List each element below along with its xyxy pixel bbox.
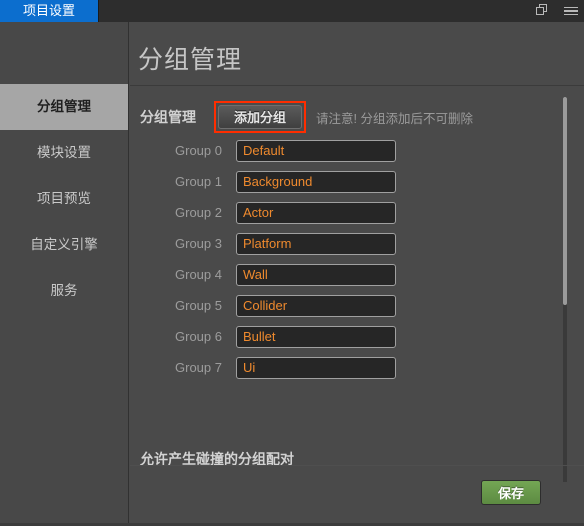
page-header: 分组管理 [130, 22, 584, 86]
group-list: Group 0 Group 1 Group 2 Group 3 Group 4 Group… [130, 135, 584, 383]
restore-window-icon[interactable] [536, 4, 550, 18]
page-title: 分组管理 [138, 47, 243, 74]
group-name-input[interactable] [236, 294, 396, 317]
vertical-scrollbar[interactable] [563, 97, 567, 482]
group-index-label: Group 6 [175, 329, 222, 344]
sidebar-item-label: 项目预览 [37, 191, 91, 206]
sidebar-item-custom-engine[interactable]: 自定义引擎 [0, 222, 128, 268]
add-group-button[interactable]: 添加分组 [218, 105, 302, 129]
group-row: Group 4 [130, 259, 584, 290]
group-row: Group 7 [130, 352, 584, 383]
group-row: Group 5 [130, 290, 584, 321]
sidebar-item-service[interactable]: 服务 [0, 268, 128, 314]
sidebar-item-label: 分组管理 [37, 99, 91, 114]
sidebar: 分组管理 模块设置 项目预览 自定义引擎 服务 [0, 22, 129, 526]
group-row: Group 0 [130, 135, 584, 166]
group-index-label: Group 2 [175, 205, 222, 220]
group-name-input[interactable] [236, 356, 396, 379]
sidebar-item-label: 服务 [50, 283, 78, 298]
warning-note: 请注意! 分组添加后不可删除 [316, 111, 473, 126]
group-index-label: Group 7 [175, 360, 222, 375]
section-label: 分组管理 [140, 109, 196, 125]
tab-project-settings[interactable]: 项目设置 [0, 0, 99, 22]
window-controls [536, 0, 578, 22]
save-button[interactable]: 保存 [481, 480, 541, 505]
group-row: Group 6 [130, 321, 584, 352]
group-name-input[interactable] [236, 139, 396, 162]
content-pane: 分组管理 分组管理 添加分组 请注意! 分组添加后不可删除 Group 0Gro… [130, 22, 584, 526]
group-index-label: Group 5 [175, 298, 222, 313]
sidebar-item-label: 模块设置 [37, 145, 91, 160]
settings-body: 分组管理 添加分组 请注意! 分组添加后不可删除 Group 0Group 1G… [130, 87, 584, 487]
group-index-label: Group 4 [175, 267, 222, 282]
group-name-input[interactable] [236, 325, 396, 348]
group-management-toolbar: 分组管理 添加分组 请注意! 分组添加后不可删除 [140, 101, 473, 133]
scrollbar-thumb[interactable] [563, 97, 567, 305]
footer-bar: 保存 [130, 465, 584, 526]
hamburger-menu-icon[interactable] [564, 4, 578, 18]
sidebar-item-group-management[interactable]: 分组管理 [0, 84, 128, 130]
sidebar-item-project-preview[interactable]: 项目预览 [0, 176, 128, 222]
project-settings-window: 项目设置 分组管理 模块设置 项目预览 自定义引擎 服务 分组管理 分组管理 添… [0, 0, 584, 526]
group-name-input[interactable] [236, 170, 396, 193]
title-bar: 项目设置 [0, 0, 584, 22]
group-index-label: Group 3 [175, 236, 222, 251]
group-index-label: Group 0 [175, 143, 222, 158]
group-name-input[interactable] [236, 263, 396, 286]
group-row: Group 1 [130, 166, 584, 197]
tab-label: 项目设置 [22, 3, 75, 18]
sidebar-item-label: 自定义引擎 [30, 237, 98, 252]
group-row: Group 3 [130, 228, 584, 259]
sidebar-item-module-settings[interactable]: 模块设置 [0, 130, 128, 176]
group-name-input[interactable] [236, 232, 396, 255]
group-name-input[interactable] [236, 201, 396, 224]
group-row: Group 2 [130, 197, 584, 228]
add-group-highlight: 添加分组 [214, 101, 306, 133]
group-index-label: Group 1 [175, 174, 222, 189]
